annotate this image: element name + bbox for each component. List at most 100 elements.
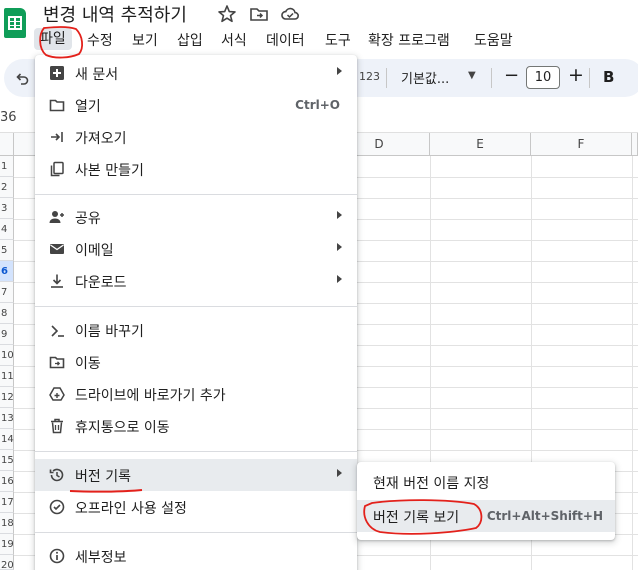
- menu-item-add-drive-shortcut[interactable]: 드라이브에 바로가기 추가: [35, 378, 357, 410]
- sheets-grid-glyph: [8, 16, 22, 30]
- submenu-arrow-icon: [337, 275, 342, 283]
- menu-item-rename[interactable]: 이름 바꾸기: [35, 314, 357, 346]
- menu-item-move-to-trash[interactable]: 휴지통으로 이동: [35, 410, 357, 442]
- menu-item-download[interactable]: 다운로드: [35, 265, 357, 297]
- bold-button[interactable]: B: [603, 68, 614, 86]
- row-header[interactable]: 10: [0, 345, 14, 366]
- toolbar-divider: [589, 68, 590, 88]
- row-header[interactable]: 18: [0, 513, 14, 534]
- menu-item-open[interactable]: 열기 Ctrl+O: [35, 89, 357, 121]
- font-select[interactable]: 기본값...: [401, 68, 449, 87]
- menu-item-email[interactable]: 이메일: [35, 233, 357, 265]
- menu-data[interactable]: 데이터: [266, 30, 305, 50]
- new-document-icon: [50, 66, 64, 80]
- row-header[interactable]: 13: [0, 408, 14, 429]
- star-icon[interactable]: [217, 4, 237, 24]
- row-header[interactable]: 7: [0, 282, 14, 303]
- trash-icon: [51, 418, 63, 434]
- menu-extensions[interactable]: 확장 프로그램: [368, 30, 450, 50]
- menu-item-name-current-version[interactable]: 현재 버전 이름 지정: [357, 466, 615, 498]
- select-all-corner[interactable]: [0, 133, 14, 156]
- menu-divider: [35, 451, 357, 452]
- sheets-logo-icon[interactable]: [4, 8, 26, 38]
- file-menu: 새 문서 열기 Ctrl+O 가져오기 사본 만들기 공유 이메일 다운로드 이…: [35, 55, 357, 570]
- font-dropdown-icon[interactable]: ▼: [468, 70, 476, 81]
- share-icon: [49, 211, 64, 223]
- row-header[interactable]: 8: [0, 303, 14, 324]
- row-header[interactable]: 9: [0, 324, 14, 345]
- row-header[interactable]: 20: [0, 555, 14, 570]
- menu-file[interactable]: 파일: [34, 28, 72, 50]
- menu-format[interactable]: 서식: [221, 30, 247, 50]
- menu-item-label: 휴지통으로 이동: [75, 420, 170, 436]
- menu-edit[interactable]: 수정: [87, 30, 113, 50]
- row-header-selected[interactable]: 6: [0, 261, 14, 282]
- menu-help[interactable]: 도움말: [474, 30, 513, 50]
- email-icon: [50, 244, 64, 254]
- copy-icon: [50, 161, 64, 177]
- row-header[interactable]: 4: [0, 219, 14, 240]
- menu-divider: [35, 532, 357, 533]
- shortcut-text: Ctrl+Alt+Shift+H: [486, 509, 603, 523]
- menu-item-move[interactable]: 이동: [35, 346, 357, 378]
- menu-item-label: 이름 바꾸기: [75, 324, 144, 340]
- row-header[interactable]: 3: [0, 198, 14, 219]
- menu-tools[interactable]: 도구: [325, 30, 351, 50]
- grid-line: [632, 156, 633, 570]
- info-icon: [49, 548, 65, 564]
- menu-item-offline[interactable]: 오프라인 사용 설정: [35, 491, 357, 523]
- row-header[interactable]: 15: [0, 450, 14, 471]
- row-header[interactable]: 11: [0, 366, 14, 387]
- menu-item-label: 버전 기록 보기: [373, 510, 460, 526]
- move-to-folder-icon[interactable]: [249, 4, 269, 24]
- row-header[interactable]: 2: [0, 177, 14, 198]
- submenu-arrow-icon: [337, 243, 342, 251]
- menu-item-see-version-history[interactable]: 버전 기록 보기 Ctrl+Alt+Shift+H: [357, 500, 615, 532]
- document-title[interactable]: 변경 내역 추적하기: [43, 1, 187, 27]
- menu-item-label: 세부정보: [75, 550, 127, 566]
- menu-item-version-history[interactable]: 버전 기록: [35, 459, 357, 491]
- name-box[interactable]: 36: [0, 110, 17, 125]
- row-header[interactable]: 19: [0, 534, 14, 555]
- row-header[interactable]: 1: [0, 156, 14, 177]
- menu-item-import[interactable]: 가져오기: [35, 121, 357, 153]
- menu-view[interactable]: 보기: [132, 30, 158, 50]
- drive-shortcut-icon: [49, 387, 65, 401]
- row-header[interactable]: 5: [0, 240, 14, 261]
- menu-insert[interactable]: 삽입: [177, 30, 203, 50]
- menu-item-details[interactable]: 세부정보: [35, 540, 357, 570]
- row-header[interactable]: 14: [0, 429, 14, 450]
- download-icon: [51, 274, 63, 288]
- menu-item-share[interactable]: 공유: [35, 201, 357, 233]
- decrease-font-size-button[interactable]: −: [504, 65, 519, 86]
- rename-icon: [51, 325, 64, 337]
- row-header[interactable]: 12: [0, 387, 14, 408]
- menu-divider: [35, 194, 357, 195]
- menu-item-label: 현재 버전 이름 지정: [373, 476, 490, 492]
- menu-item-label: 이메일: [75, 243, 114, 259]
- toolbar-divider: [386, 68, 387, 88]
- menu-item-label: 드라이브에 바로가기 추가: [75, 388, 226, 404]
- cloud-status-icon[interactable]: [280, 4, 300, 24]
- number-format-button[interactable]: 123: [359, 70, 380, 83]
- undo-icon[interactable]: [14, 70, 30, 86]
- column-header-e[interactable]: E: [430, 133, 531, 156]
- font-size-input[interactable]: 10: [526, 66, 560, 89]
- column-header-f[interactable]: F: [531, 133, 632, 156]
- menu-item-make-copy[interactable]: 사본 만들기: [35, 153, 357, 185]
- version-history-icon: [49, 468, 64, 482]
- submenu-arrow-icon: [337, 67, 342, 75]
- import-icon: [51, 132, 63, 142]
- menu-item-label: 오프라인 사용 설정: [75, 501, 187, 517]
- menu-item-new[interactable]: 새 문서: [35, 57, 357, 89]
- row-header[interactable]: 16: [0, 471, 14, 492]
- menu-item-label: 새 문서: [75, 67, 119, 83]
- move-icon: [49, 356, 65, 369]
- increase-font-size-button[interactable]: +: [568, 64, 584, 86]
- menu-item-label: 이동: [75, 356, 101, 372]
- offline-icon: [49, 499, 65, 515]
- submenu-arrow-icon: [337, 211, 342, 219]
- row-header[interactable]: 17: [0, 492, 14, 513]
- menu-item-label: 공유: [75, 211, 101, 227]
- column-header[interactable]: [632, 133, 638, 156]
